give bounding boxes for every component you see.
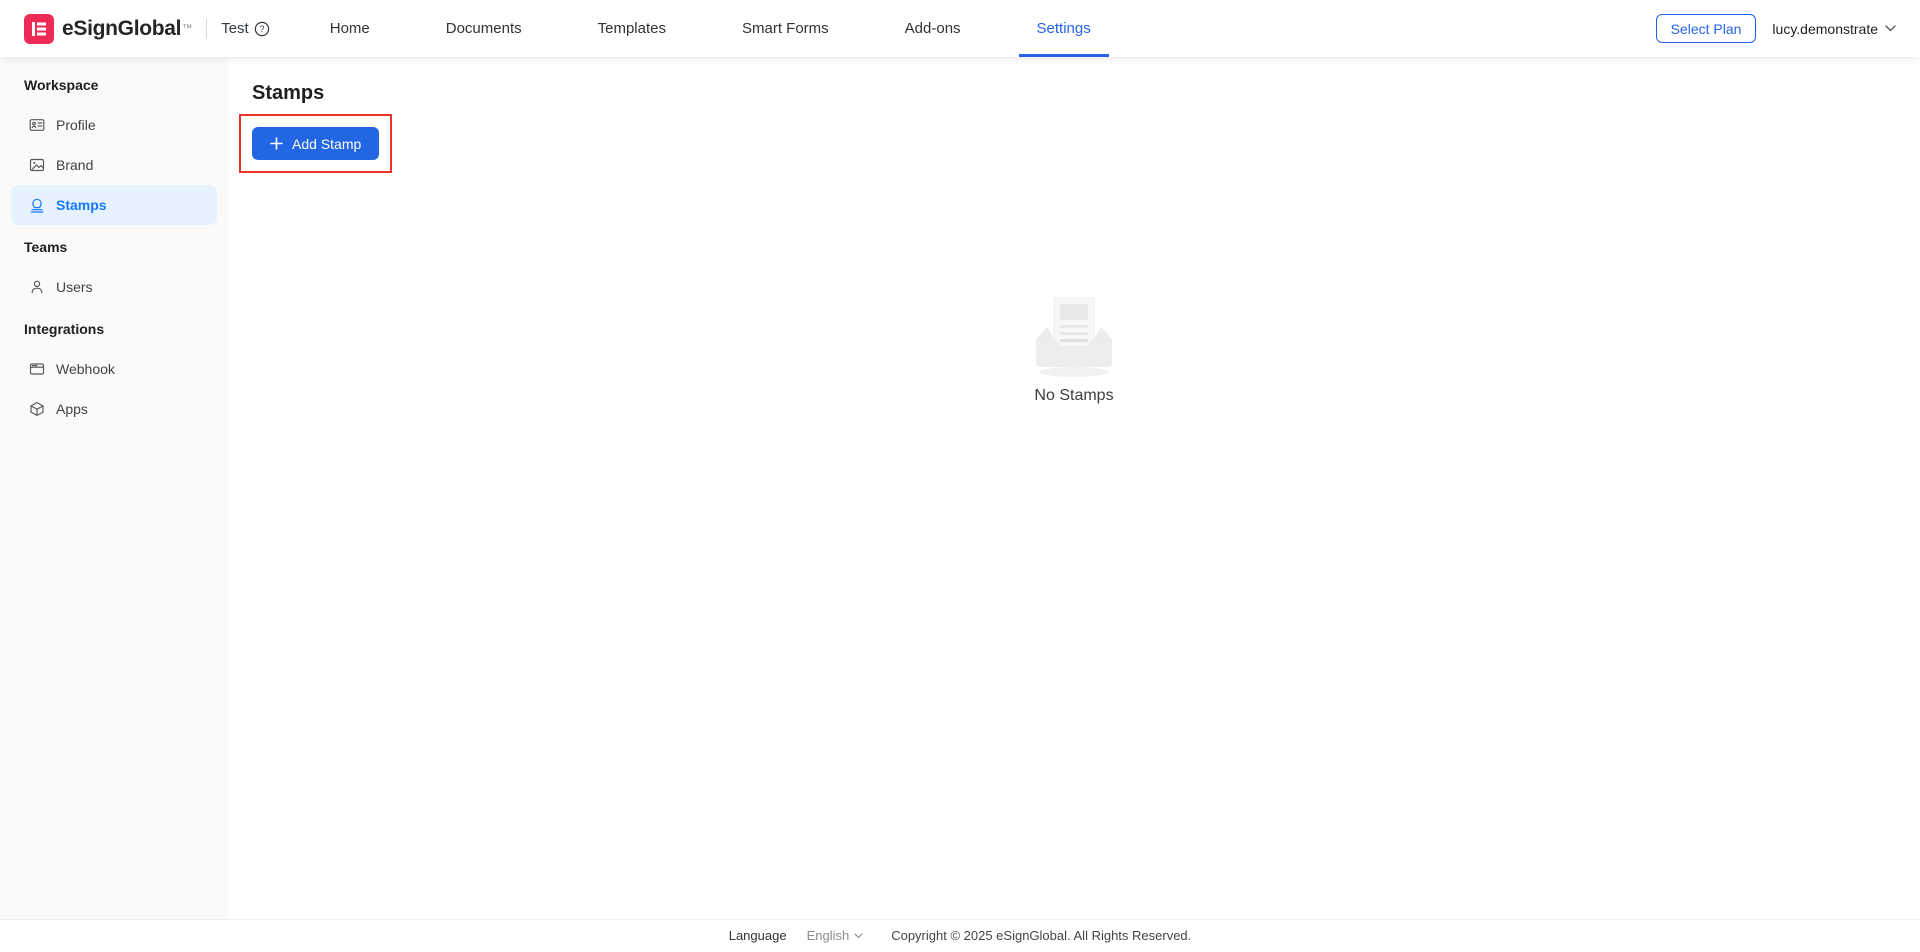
page-title: Stamps xyxy=(252,81,1920,105)
sidebar-item-label: Brand xyxy=(56,157,93,173)
language-label: Language xyxy=(729,928,787,943)
sidebar-item-label: Stamps xyxy=(56,197,107,213)
esignglobal-logo-icon xyxy=(24,14,54,44)
cube-icon xyxy=(29,401,45,417)
brand-wordmark: eSignGlobal xyxy=(62,17,181,41)
logo-group: eSignGlobal ™ Test ? xyxy=(24,14,270,44)
sidebar-item-brand[interactable]: Brand xyxy=(11,145,217,185)
sidebar-heading-workspace: Workspace xyxy=(11,75,217,95)
sidebar-item-label: Users xyxy=(56,279,93,295)
user-icon xyxy=(29,279,45,295)
stamp-icon xyxy=(29,197,45,213)
id-card-icon xyxy=(29,117,45,133)
divider xyxy=(206,19,207,39)
sidebar-item-users[interactable]: Users xyxy=(11,267,217,307)
chevron-down-icon xyxy=(1885,25,1896,32)
tab-templates[interactable]: Templates xyxy=(560,0,704,57)
language-select[interactable]: English xyxy=(807,928,864,943)
language-value: English xyxy=(807,928,850,943)
red-annotation-box: Add Stamp xyxy=(239,114,392,173)
empty-inbox-illustration xyxy=(1026,295,1122,379)
chevron-down-icon xyxy=(854,933,863,939)
empty-state: No Stamps xyxy=(252,295,1896,405)
image-icon xyxy=(29,157,45,173)
sidebar-item-label: Apps xyxy=(56,401,88,417)
trademark-symbol: ™ xyxy=(182,23,192,34)
copyright-text: Copyright © 2025 eSignGlobal. All Rights… xyxy=(891,928,1191,943)
sidebar-item-label: Webhook xyxy=(56,361,115,377)
page-footer: Language English Copyright © 2025 eSignG… xyxy=(0,920,1920,951)
tab-add-ons[interactable]: Add-ons xyxy=(867,0,999,57)
add-stamp-button[interactable]: Add Stamp xyxy=(252,127,379,160)
tab-settings[interactable]: Settings xyxy=(999,0,1129,57)
sidebar-heading-integrations: Integrations xyxy=(11,319,217,339)
browser-window-icon xyxy=(29,361,45,377)
tab-home[interactable]: Home xyxy=(292,0,408,57)
tab-smart-forms[interactable]: Smart Forms xyxy=(704,0,867,57)
empty-state-text: No Stamps xyxy=(1034,387,1113,405)
help-circle-icon[interactable]: ? xyxy=(254,21,270,37)
app-header: eSignGlobal ™ Test ? Home Documents Temp… xyxy=(0,0,1920,57)
tab-documents[interactable]: Documents xyxy=(408,0,560,57)
select-plan-button[interactable]: Select Plan xyxy=(1656,14,1757,43)
sidebar-item-profile[interactable]: Profile xyxy=(11,105,217,145)
sidebar-item-stamps[interactable]: Stamps xyxy=(11,185,217,225)
stamps-page: Stamps Add Stamp xyxy=(228,57,1920,919)
settings-sidebar: Workspace Profile Brand xyxy=(0,57,228,919)
sidebar-item-apps[interactable]: Apps xyxy=(11,389,217,429)
sidebar-heading-teams: Teams xyxy=(11,237,217,257)
header-right: Select Plan lucy.demonstrate xyxy=(1656,14,1896,43)
svg-text:?: ? xyxy=(259,24,264,34)
user-menu[interactable]: lucy.demonstrate xyxy=(1772,21,1896,37)
sidebar-item-webhook[interactable]: Webhook xyxy=(11,349,217,389)
workspace-name: Test xyxy=(221,20,249,37)
content-row: Workspace Profile Brand xyxy=(0,57,1920,920)
primary-nav: Home Documents Templates Smart Forms Add… xyxy=(292,0,1129,57)
sidebar-item-label: Profile xyxy=(56,117,96,133)
plus-icon xyxy=(270,137,283,150)
add-stamp-label: Add Stamp xyxy=(292,136,361,152)
user-name: lucy.demonstrate xyxy=(1772,21,1878,37)
